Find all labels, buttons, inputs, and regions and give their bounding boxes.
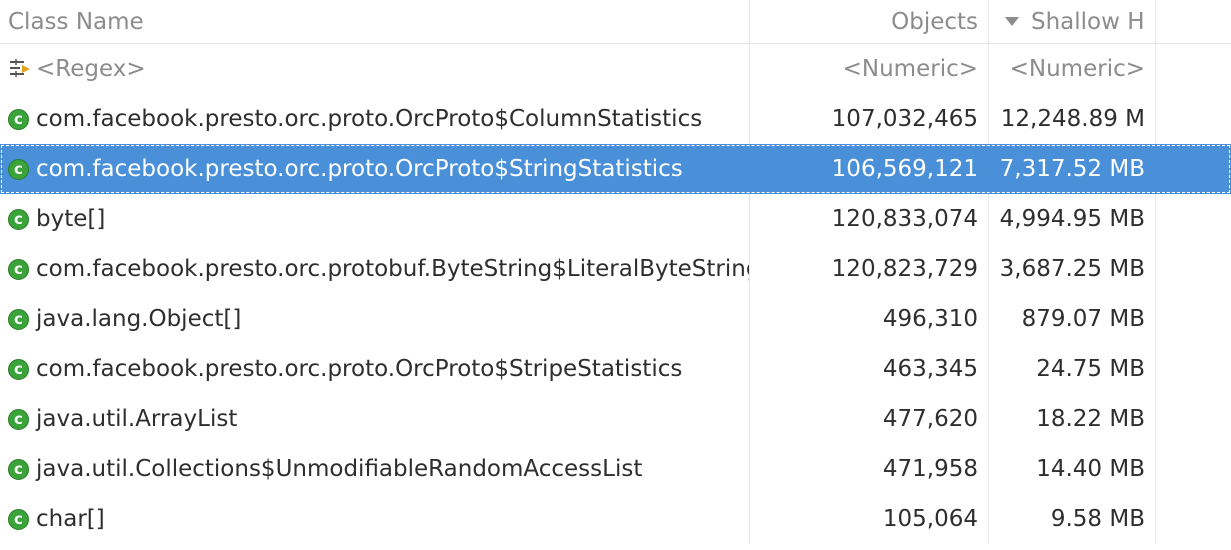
table-row[interactable]: c char[] 105,064 9.58 MB [0,494,1231,544]
table-row[interactable]: c com.facebook.presto.orc.proto.OrcProto$… [0,344,1231,394]
table-row-selected[interactable]: c com.facebook.presto.orc.proto.OrcProto$… [0,144,1231,194]
shallow-heap-cell: 18.22 MB [989,394,1156,444]
class-name-cell: c com.facebook.presto.orc.proto.OrcProto$… [0,344,750,394]
shallow-heap-cell: 879.07 MB [989,294,1156,344]
objects-cell: 105,064 [750,494,989,544]
table-row[interactable]: c java.util.ArrayList 477,620 18.22 MB [0,394,1231,444]
shallow-heap-cell: 14.40 MB [989,444,1156,494]
class-icon: c [8,458,29,480]
column-header-class-name[interactable]: Class Name [0,0,750,43]
column-header-class-name-label: Class Name [8,8,144,35]
class-name-text: com.facebook.presto.orc.protobuf.ByteStr… [36,256,750,282]
sort-descending-icon [1005,17,1019,26]
shallow-heap-cell: 7,317.52 MB [989,144,1156,194]
row-filler [1156,94,1231,144]
table-row[interactable]: c com.facebook.presto.orc.protobuf.ByteSt… [0,244,1231,294]
class-name-cell: c com.facebook.presto.orc.protobuf.ByteSt… [0,244,750,294]
class-icon: c [8,408,29,430]
table-row[interactable]: c com.facebook.presto.orc.proto.OrcProto$… [0,94,1231,144]
column-header-objects[interactable]: Objects [750,0,989,43]
class-name-text: java.lang.Object[] [36,306,242,332]
column-header-shallow-heap-label: Shallow H [1031,8,1145,35]
table-row[interactable]: c java.lang.Object[] 496,310 879.07 MB [0,294,1231,344]
class-name-text: char[] [36,506,105,532]
objects-filter-placeholder: <Numeric> [842,56,978,82]
class-name-cell: c char[] [0,494,750,544]
column-header-shallow-heap[interactable]: Shallow H [989,0,1156,43]
row-filler [1156,444,1231,494]
shallow-heap-cell: 3,687.25 MB [989,244,1156,294]
class-icon: c [8,508,29,530]
class-name-cell: c java.lang.Object[] [0,294,750,344]
class-icon: c [8,208,29,230]
filter-row: <Regex> <Numeric> <Numeric> [0,44,1231,94]
class-name-cell: c com.facebook.presto.orc.proto.OrcProto$… [0,144,750,194]
row-filler [1156,194,1231,244]
shallow-heap-cell: 4,994.95 MB [989,194,1156,244]
class-name-cell: c java.util.ArrayList [0,394,750,444]
shallow-heap-filter-placeholder: <Numeric> [1009,56,1145,82]
row-filler [1156,294,1231,344]
class-name-text: java.util.Collections$UnmodifiableRandom… [36,456,643,482]
objects-cell: 471,958 [750,444,989,494]
shallow-heap-cell: 24.75 MB [989,344,1156,394]
class-name-cell: c java.util.Collections$UnmodifiableRando… [0,444,750,494]
column-header-filler [1156,0,1231,43]
class-name-filter[interactable]: <Regex> [0,44,750,94]
row-filler [1156,494,1231,544]
class-name-cell: c byte[] [0,194,750,244]
row-filler [1156,144,1231,194]
table-row[interactable]: c byte[] 120,833,074 4,994.95 MB [0,194,1231,244]
shallow-heap-cell: 12,248.89 M [989,94,1156,144]
class-icon: c [8,258,29,280]
shallow-heap-cell: 9.58 MB [989,494,1156,544]
objects-cell: 120,833,074 [750,194,989,244]
class-name-text: com.facebook.presto.orc.proto.OrcProto$S… [36,156,683,182]
class-icon: c [8,358,29,380]
class-name-cell: c com.facebook.presto.orc.proto.OrcProto$… [0,94,750,144]
row-filler [1156,394,1231,444]
objects-cell: 496,310 [750,294,989,344]
row-filler [1156,244,1231,294]
class-icon: c [8,158,29,180]
class-name-text: java.util.ArrayList [36,406,238,432]
objects-cell: 107,032,465 [750,94,989,144]
histogram-table: Class Name Objects Shallow H <Regex> <Nu… [0,0,1231,550]
class-name-text: com.facebook.presto.orc.proto.OrcProto$C… [36,106,703,132]
objects-cell: 463,345 [750,344,989,394]
class-icon: c [8,108,29,130]
objects-cell: 106,569,121 [750,144,989,194]
filter-filler [1156,44,1231,94]
column-header-objects-label: Objects [891,8,978,35]
class-name-filter-placeholder: <Regex> [36,56,146,82]
table-header: Class Name Objects Shallow H [0,0,1231,44]
objects-filter[interactable]: <Numeric> [750,44,989,94]
class-name-text: byte[] [36,206,106,232]
objects-cell: 120,823,729 [750,244,989,294]
regex-filter-icon [10,59,30,77]
row-filler [1156,344,1231,394]
class-icon: c [8,308,29,330]
shallow-heap-filter[interactable]: <Numeric> [989,44,1156,94]
table-row[interactable]: c java.util.Collections$UnmodifiableRando… [0,444,1231,494]
objects-cell: 477,620 [750,394,989,444]
class-name-text: com.facebook.presto.orc.proto.OrcProto$S… [36,356,683,382]
